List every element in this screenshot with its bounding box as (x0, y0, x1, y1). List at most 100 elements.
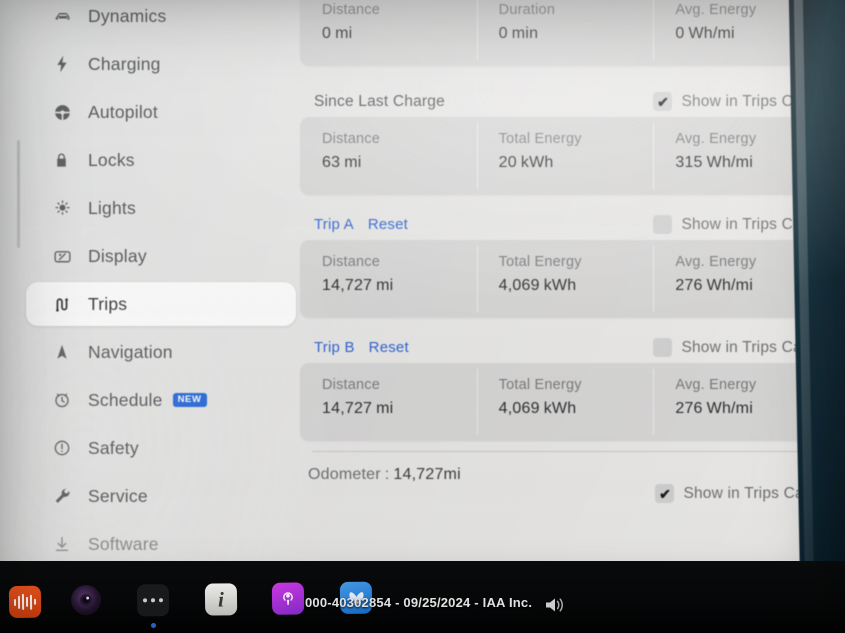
sidebar-item-label: Trips (88, 293, 128, 314)
since-last-charge-header: Since Last Charge ✔ Show in Trips Card (314, 92, 816, 111)
stat-value: 63 mi (322, 154, 477, 172)
stat-label: Distance (322, 2, 381, 18)
trip-b-reset-button[interactable]: Reset (369, 339, 409, 356)
stat-value: 0 min (499, 25, 654, 43)
sidebar-item-label: Display (88, 245, 147, 266)
sidebar-item-label: Navigation (88, 341, 173, 362)
since-last-charge-stats-card: Distance 63 mi Total Energy 20 kWh Avg. En… (300, 117, 830, 195)
camera-lens-icon[interactable] (70, 584, 102, 616)
odometer-divider (312, 451, 818, 452)
stat-value: 14,727 mi (322, 400, 477, 418)
trip-a-reset-button[interactable]: Reset (368, 216, 408, 233)
sidebar-item-software[interactable]: Software (26, 522, 296, 566)
odometer-unit: mi (443, 466, 461, 483)
stat-number: 0 (675, 25, 685, 42)
speaker-volume-icon[interactable] (543, 595, 569, 615)
car-icon (52, 3, 82, 29)
download-icon (52, 531, 82, 557)
stat-unit: mi (344, 154, 362, 171)
stat-unit: kWh (543, 277, 577, 294)
stat-unit: kWh (520, 154, 554, 171)
sidebar-item-label: Dynamics (88, 5, 167, 26)
steering-wheel-icon (52, 99, 82, 125)
sidebar-item-label: Safety (88, 437, 139, 458)
more-dots-icon[interactable] (136, 584, 170, 617)
stat-label: Total Energy (498, 377, 582, 393)
bolt-icon (52, 51, 82, 77)
checkbox[interactable]: ✔ (653, 338, 673, 357)
stat-number: 0 (322, 25, 332, 42)
sidebar-item-display[interactable]: Display (26, 234, 296, 278)
clock-icon (52, 387, 82, 413)
stat-label: Total Energy (498, 254, 582, 270)
bottom-dock: i 000-40302854 - 09/25/2024 - IAA Inc. (0, 561, 845, 633)
trip-b-title-link[interactable]: Trip B (314, 339, 355, 356)
stat-unit: mi (335, 25, 353, 42)
sidebar-item-autopilot[interactable]: Autopilot (26, 90, 296, 134)
stat-number: 4,069 (498, 400, 540, 417)
stat-number: 20 (498, 154, 517, 171)
trip-a-stats-card: Distance 14,727 mi Total Energy 4,069 kWh … (300, 240, 830, 318)
sidebar-item-lights[interactable]: Lights (26, 186, 296, 230)
vehicle-settings-app: Dynamics Charging Autopilot Locks Lights… (0, 0, 845, 633)
settings-sidebar: Dynamics Charging Autopilot Locks Lights… (26, 0, 296, 574)
audio-waveform-icon[interactable] (8, 585, 42, 619)
trip-a-title-link[interactable]: Trip A (314, 216, 354, 233)
photographed-touchscreen: Dynamics Charging Autopilot Locks Lights… (0, 0, 845, 633)
navigation-arrow-icon (52, 339, 82, 365)
stat-unit: Wh/mi (706, 277, 753, 294)
stat-number: 14,727 (322, 400, 373, 417)
active-app-indicator-dot (151, 623, 156, 628)
stat-number: 276 (675, 277, 703, 294)
stat-unit: mi (376, 277, 394, 294)
stat-value: 14,727 mi (322, 277, 477, 295)
trips-route-icon (52, 291, 82, 317)
info-letter: i (217, 586, 225, 611)
sidebar-item-label: Service (88, 485, 148, 506)
sidebar-item-service[interactable]: Service (26, 474, 296, 518)
info-card-icon[interactable]: i (204, 583, 238, 616)
sidebar-item-trips[interactable]: Trips (26, 282, 296, 326)
checkbox[interactable]: ✔ (653, 92, 673, 111)
show-in-trips-card-toggle-trip-b[interactable]: ✔ Show in Trips Card (653, 338, 816, 357)
stat-value: 4,069 kWh (499, 400, 654, 418)
sidebar-item-charging[interactable]: Charging (26, 42, 296, 86)
checkbox[interactable]: ✔ (653, 215, 673, 234)
stat-value: 0 mi (322, 25, 477, 43)
stat-cell-distance: Distance 14,727 mi (300, 240, 477, 318)
current-trip-stats-card: Distance 0 mi Duration 0 min Avg. Energy 0… (300, 0, 830, 66)
check-icon: ✔ (657, 93, 669, 110)
stat-cell-total-energy: Total Energy 20 kWh (476, 117, 654, 195)
auction-watermark: 000-40302854 - 09/25/2024 - IAA Inc. (305, 595, 533, 610)
lightbulb-icon (52, 195, 82, 221)
stat-cell-distance: Distance 14,727 mi (300, 363, 477, 441)
show-in-trips-card-toggle-odometer[interactable]: ✔ Show in Trips Card (655, 484, 818, 503)
lens-glyph (80, 594, 93, 607)
sidebar-item-label: Software (88, 533, 159, 554)
stat-cell-distance: Distance 0 mi (300, 0, 477, 66)
sidebar-item-navigation[interactable]: Navigation (26, 330, 296, 374)
sidebar-item-label: Locks (88, 149, 135, 170)
section-title: Since Last Charge (314, 92, 445, 110)
sidebar-item-safety[interactable]: Safety (26, 426, 296, 470)
wrench-icon (52, 483, 82, 509)
show-in-trips-card-toggle-trip-a[interactable]: ✔ Show in Trips Card (653, 215, 816, 234)
odometer-label: Odometer (308, 466, 381, 483)
stat-unit: Wh/mi (706, 154, 753, 171)
stat-number: 4,069 (498, 277, 540, 294)
stat-number: 315 (675, 154, 703, 171)
stat-label: Distance (322, 131, 381, 147)
stat-number: 0 (498, 25, 508, 42)
sidebar-item-locks[interactable]: Locks (26, 138, 296, 182)
sidebar-scrollbar[interactable] (17, 140, 20, 248)
sidebar-item-schedule[interactable]: Schedule NEW (26, 378, 296, 422)
checkbox[interactable]: ✔ (655, 484, 675, 503)
podcast-icon[interactable] (271, 582, 305, 615)
stat-number: 14,727 (322, 277, 373, 294)
odometer-separator: : (384, 466, 390, 483)
trip-b-stats-card: Distance 14,727 mi Total Energy 4,069 kWh … (300, 363, 830, 441)
display-icon (52, 243, 82, 269)
trips-settings-panel: Distance 0 mi Duration 0 min Avg. Energy 0… (300, 0, 830, 573)
lock-icon (52, 147, 82, 173)
sidebar-item-dynamics[interactable]: Dynamics (26, 0, 296, 38)
